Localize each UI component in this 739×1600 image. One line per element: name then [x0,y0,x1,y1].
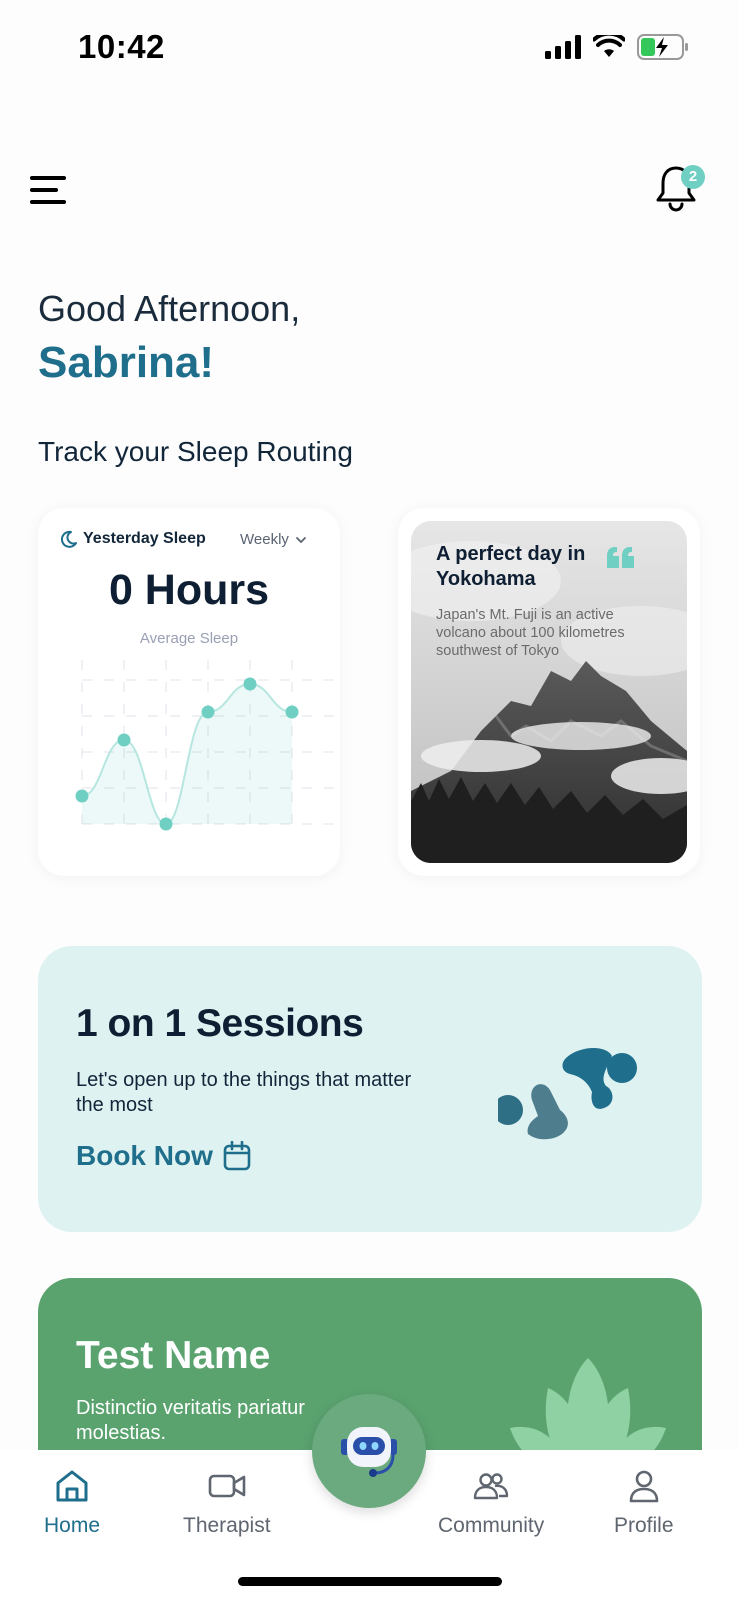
sleep-chart [75,660,340,831]
period-dropdown-value: Weekly [240,531,289,548]
menu-line [30,176,66,180]
sleep-average-label: Average Sleep [139,630,239,647]
wifi-icon [593,35,625,57]
nav-community[interactable]: Community [438,1468,544,1538]
robot-icon [341,1427,397,1477]
profile-icon [629,1470,659,1503]
home-icon [56,1470,88,1502]
quote-icon [607,547,634,568]
home-indicator [238,1577,502,1586]
chatbot-button[interactable] [312,1394,426,1508]
sleep-section-title: Track your Sleep Routing [38,436,353,467]
test-card-description: Distinctio veritatis pariatur molestias. [76,1397,305,1444]
sleep-card-header: Yesterday Sleep [60,530,206,548]
sessions-title: 1 on 1 Sessions [76,1002,364,1045]
quote-card[interactable]: A perfect day in Yokohama Japan's Mt. Fu… [398,508,700,876]
user-name: Sabrina! [38,338,215,387]
nav-therapist-label: Therapist [183,1514,271,1537]
battery-icon [637,34,688,60]
book-now-label: Book Now [76,1140,213,1171]
quote-text: Japan's Mt. Fuji is an active volcano ab… [436,607,625,659]
video-icon [208,1474,246,1498]
menu-line [30,200,66,204]
sleep-card-label: Yesterday Sleep [83,530,206,547]
people-illustration [498,1047,637,1140]
sleep-hours-value: 0 Hours [108,566,270,614]
chevron-down-icon [296,536,306,543]
quote-title: A perfect day in Yokohama [436,543,586,590]
status-bar: 10:42 [0,0,739,100]
notification-badge: 2 [681,165,705,189]
menu-button[interactable] [30,176,70,206]
period-dropdown[interactable]: Weekly [240,531,307,548]
status-icons [545,34,689,60]
nav-home-label: Home [44,1514,101,1537]
book-now-button[interactable]: Book Now [76,1140,251,1172]
moon-icon [60,530,77,548]
nav-therapist[interactable]: Therapist [183,1468,271,1538]
sessions-description: Let's open up to the things that matter … [76,1069,412,1116]
menu-line [30,188,58,192]
nav-profile-label: Profile [614,1514,674,1537]
signal-icon [545,35,581,59]
nav-profile[interactable]: Profile [614,1468,674,1538]
greeting-text: Good Afternoon, [38,288,301,329]
nav-home[interactable]: Home [44,1468,100,1538]
status-time: 10:42 [78,28,165,65]
community-icon [473,1473,509,1500]
calendar-icon [223,1141,251,1171]
test-card-title: Test Name [76,1334,271,1377]
sessions-card[interactable]: 1 on 1 Sessions Let's open up to the thi… [38,946,702,1232]
sleep-card[interactable]: Yesterday Sleep Weekly 0 Hours Average S… [38,508,340,876]
nav-community-label: Community [438,1514,545,1537]
